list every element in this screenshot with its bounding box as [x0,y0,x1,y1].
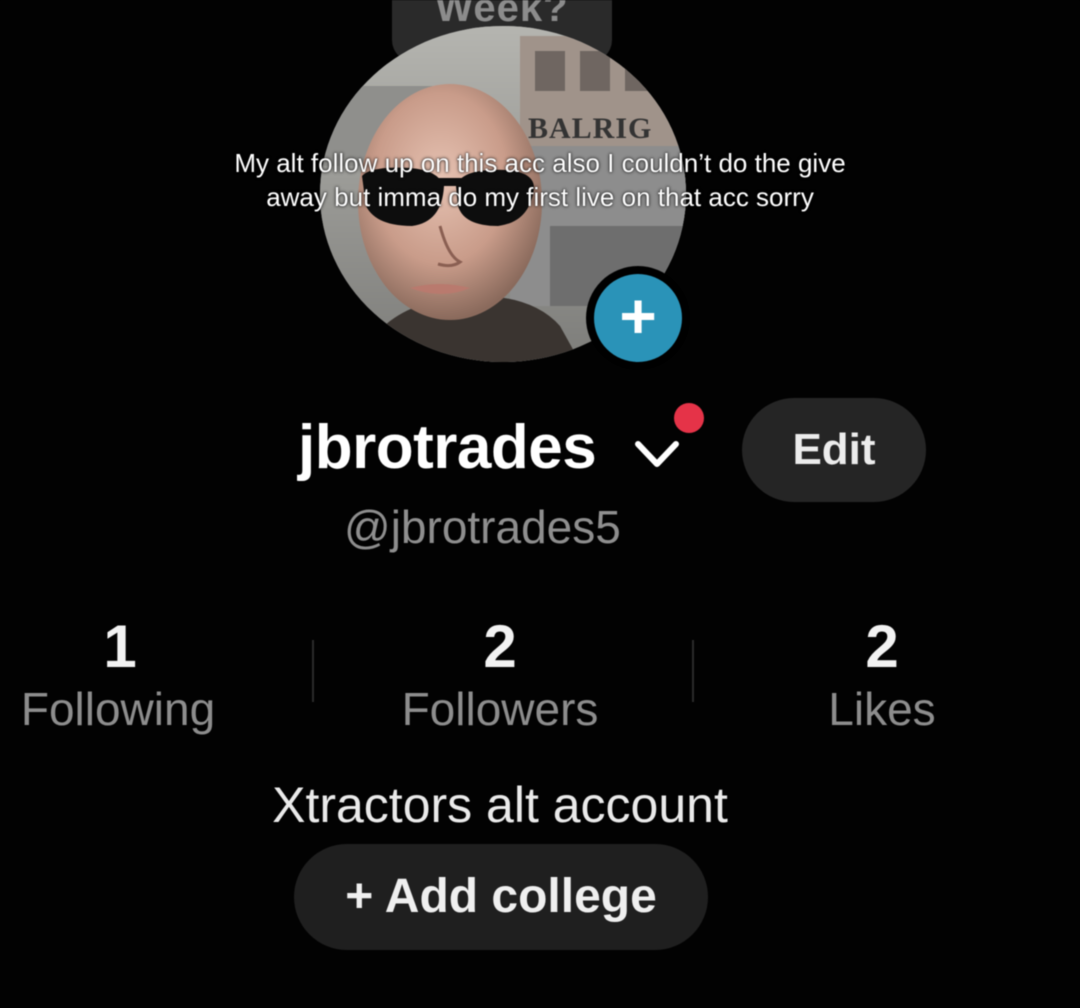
following-count[interactable]: 1 [0,612,240,681]
stats-divider [312,640,314,702]
following-label[interactable]: Following [0,682,258,736]
profile-handle: @jbrotrades5 [344,501,621,553]
plus-icon: + [594,274,682,362]
notification-dot [674,403,704,433]
likes-count[interactable]: 2 [762,612,1002,681]
add-story-button[interactable]: + [586,266,690,370]
add-college-button[interactable]: + Add college [294,844,708,950]
profile-screen: Week? BALRIG + My alt follow up on this … [0,0,1080,1008]
overlay-caption: My alt follow up on this acc also I coul… [234,148,846,212]
profile-username[interactable]: jbrotrades [298,412,597,483]
chevron-down-icon[interactable] [632,436,682,472]
stats-divider [692,640,694,702]
profile-bio: Xtractors alt account [272,777,728,833]
edit-profile-button[interactable]: Edit [742,398,926,502]
likes-label[interactable]: Likes [742,682,1022,736]
followers-label[interactable]: Followers [360,682,640,736]
avatar-sign-text: BALRIG [528,112,653,145]
followers-count[interactable]: 2 [380,612,620,681]
